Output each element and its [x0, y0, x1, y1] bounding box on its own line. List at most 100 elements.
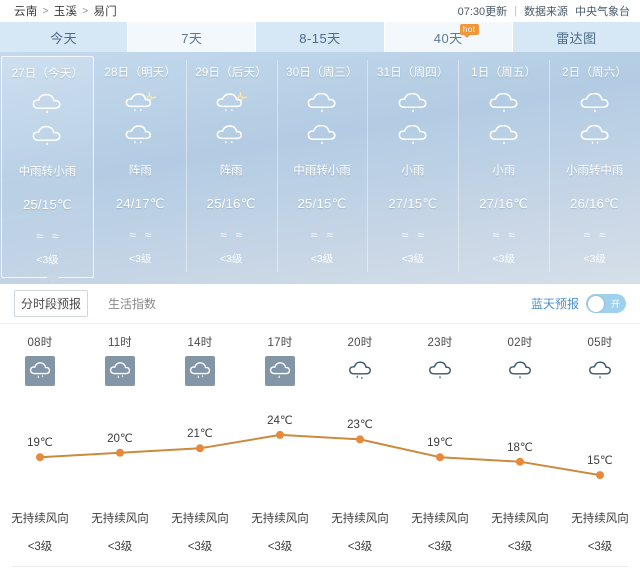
wind-direction-3: 无持续风向	[251, 513, 309, 525]
selected-day-pointer	[46, 276, 60, 284]
breadcrumb-separator-1: >	[42, 5, 49, 17]
day-card-2[interactable]: 29日（后天） 阵雨 25/16℃ ≈≈ <3级	[185, 56, 277, 278]
day-card-3[interactable]: 30日（周三） 中雨转小雨 25/15℃ ≈≈ <3级	[276, 56, 368, 278]
wind-level-7: <3级	[587, 541, 613, 553]
day-wind-waves-1: ≈≈	[129, 228, 161, 242]
hour-col-1[interactable]: 11时	[80, 334, 160, 386]
day-icons-2	[214, 90, 248, 148]
subtab-life-index[interactable]: 生活指数	[102, 291, 162, 316]
day-wind-level-1: <3级	[129, 253, 152, 265]
hour-label-0: 08时	[27, 337, 53, 349]
day-date-6: 2日（周六）	[562, 67, 628, 79]
day-date-0: 27日（今天）	[11, 68, 84, 80]
day-wind-waves-6: ≈≈	[583, 228, 615, 242]
hour-col-2[interactable]: 14时	[160, 334, 240, 386]
hour-col-4[interactable]: 20时	[320, 334, 400, 386]
tab-8to15day[interactable]: 8-15天	[256, 22, 385, 52]
wind-direction-7: 无持续风向	[571, 513, 629, 525]
wind-level-1: <3级	[107, 541, 133, 553]
rain-heavy-boxed-icon	[25, 356, 55, 386]
hour-label-7: 05时	[587, 337, 613, 349]
day-card-1[interactable]: 28日（明天） 阵雨 24/17℃ ≈≈ <3级	[95, 56, 186, 278]
wind-col-3: 无持续风向 <3级	[240, 510, 320, 554]
tab-radar-map-label: 雷达图	[556, 30, 597, 46]
shower-icon	[216, 125, 243, 144]
subtab-life-index-label: 生活指数	[108, 297, 157, 311]
day-wind-waves-4: ≈≈	[401, 228, 433, 242]
day-wind-level-6: <3级	[583, 253, 606, 265]
temperature-label-6: 18℃	[507, 441, 533, 454]
seven-day-forecast-panel: 27日（今天） 中雨转小雨 25/15℃ ≈≈ <3级 28日（明天） 阵雨 2…	[0, 52, 640, 284]
rain-light-icon	[33, 125, 61, 146]
hour-col-7[interactable]: 05时	[560, 334, 640, 386]
wind-direction-4: 无持续风向	[331, 513, 389, 525]
shower-icon	[125, 125, 152, 144]
rain-light-icon	[398, 124, 427, 145]
hour-col-0[interactable]: 08时	[0, 334, 80, 386]
day-wind-level-0: <3级	[36, 254, 59, 266]
tab-today-label: 今天	[50, 30, 78, 46]
rain-light-icon	[307, 124, 336, 145]
day-icons-1	[123, 90, 157, 148]
wind-col-0: 无持续风向 <3级	[0, 510, 80, 554]
hour-col-5[interactable]: 23时	[400, 334, 480, 386]
hour-col-3[interactable]: 17时	[240, 334, 320, 386]
day-icons-6	[578, 90, 612, 148]
subtab-hourly-forecast-label: 分时段预报	[21, 297, 82, 311]
day-temp-6: 26/16℃	[570, 196, 620, 211]
day-wind-waves-3: ≈≈	[310, 228, 343, 242]
day-desc-0: 中雨转小雨	[18, 166, 77, 178]
tab-7day-label: 7天	[181, 30, 203, 46]
wind-level-6: <3级	[507, 541, 533, 553]
day-date-3: 30日（周三）	[286, 67, 358, 79]
day-temp-1: 24/17℃	[115, 196, 165, 211]
sky-forecast-toggle[interactable]: 开	[586, 294, 626, 313]
shower-sun-icon	[216, 92, 248, 112]
day-wind-level-2: <3级	[219, 253, 243, 265]
breadcrumb-city[interactable]: 玉溪	[54, 3, 78, 19]
day-temp-4: 27/15℃	[388, 196, 438, 211]
tab-today[interactable]: 今天	[0, 22, 129, 52]
section-divider	[12, 566, 628, 567]
toggle-knob	[588, 295, 604, 312]
rain-light-outline-icon	[345, 356, 375, 386]
day-card-6[interactable]: 2日（周六） 小雨转中雨 26/16℃ ≈≈ <3级	[549, 56, 640, 278]
tab-40day[interactable]: 40天 hot	[384, 22, 513, 52]
rain-moderate-icon	[33, 93, 61, 114]
hour-col-6[interactable]: 02时	[480, 334, 560, 386]
day-desc-1: 阵雨	[128, 165, 152, 177]
subtab-hourly-forecast[interactable]: 分时段预报	[14, 290, 89, 317]
rain-light-outline-icon	[585, 356, 615, 386]
temperature-label-0: 19℃	[27, 437, 53, 450]
rain-light-icon	[489, 124, 518, 145]
hour-label-3: 17时	[267, 337, 293, 349]
temperature-label-2: 21℃	[187, 428, 213, 441]
rain-light-outline-icon	[505, 356, 535, 386]
wind-col-2: 无持续风向 <3级	[160, 510, 240, 554]
wind-col-4: 无持续风向 <3级	[320, 510, 400, 554]
tab-radar-map[interactable]: 雷达图	[512, 22, 640, 52]
rain-heavy-boxed-icon	[105, 356, 135, 386]
temperature-point-labels: 19℃ 20℃ 21℃ 24℃ 23℃ 19℃ 18℃ 15℃	[0, 400, 640, 492]
day-wind-level-3: <3级	[310, 253, 334, 265]
wind-level-3: <3级	[267, 541, 293, 553]
day-desc-3: 中雨转小雨	[293, 165, 351, 177]
rain-light-icon	[580, 92, 609, 113]
tab-7day[interactable]: 7天	[128, 22, 257, 52]
wind-direction-1: 无持续风向	[91, 513, 149, 525]
detail-subtab-bar: 分时段预报 生活指数 蓝天预报 开	[0, 284, 640, 324]
day-card-4[interactable]: 31日（周四） 小雨 27/15℃ ≈≈ <3级	[367, 56, 458, 278]
breadcrumb-district[interactable]: 易门	[94, 3, 118, 19]
update-time: 07:30更新	[457, 6, 508, 18]
temperature-label-4: 23℃	[347, 419, 373, 432]
breadcrumb-province[interactable]: 云南	[14, 3, 38, 19]
hour-header-row: 08时 11时 14时 17时 20时 23时 02时 05时	[0, 334, 640, 386]
day-card-5[interactable]: 1日（周五） 小雨 27/16℃ ≈≈ <3级	[458, 56, 549, 278]
day-wind-level-5: <3级	[492, 253, 515, 265]
hourly-wind-row: 无持续风向 <3级 无持续风向 <3级 无持续风向 <3级 无持续风向 <3级 …	[0, 510, 640, 554]
breadcrumb: 云南 > 玉溪 > 易门	[14, 3, 117, 19]
day-desc-5: 小雨	[492, 165, 516, 177]
shower-sun-icon	[125, 92, 157, 112]
breadcrumb-separator-2: >	[82, 5, 89, 17]
day-card-0[interactable]: 27日（今天） 中雨转小雨 25/15℃ ≈≈ <3级	[1, 56, 94, 284]
